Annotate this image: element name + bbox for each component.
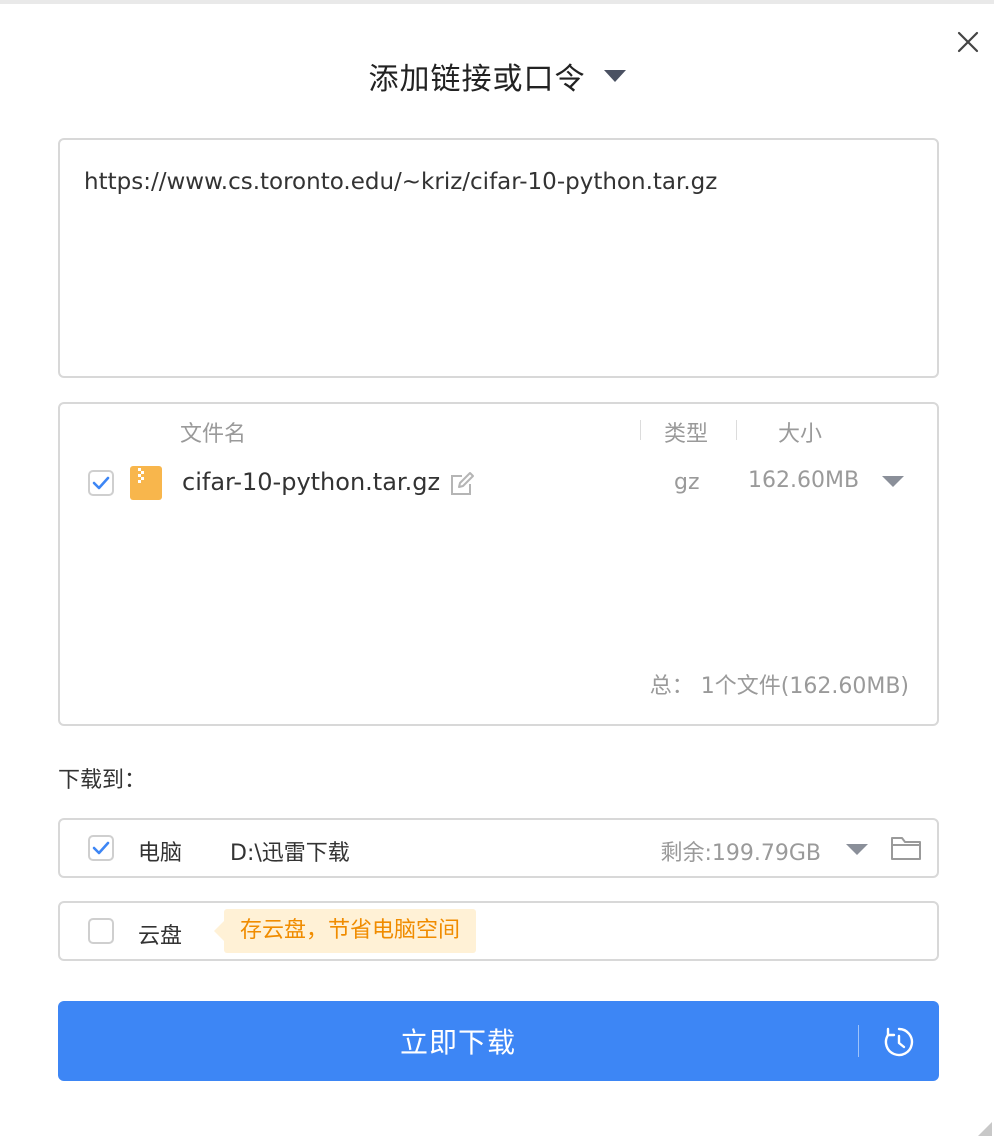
resize-grip-icon[interactable] [978,1122,992,1136]
column-separator [640,420,641,440]
check-icon [92,841,110,855]
total-label: 总： [649,674,694,699]
column-header-size: 大小 [778,422,823,447]
file-name: cifar-10-python.tar.gz [182,468,441,496]
column-header-name: 文件名 [180,422,247,447]
zip-file-icon [130,466,162,500]
button-separator [858,1025,859,1057]
total-summary: 总： 1个文件(162.60MB) [650,668,909,700]
check-icon [92,476,110,490]
file-type: gz [674,470,700,495]
column-header-type: 类型 [664,422,709,447]
local-destination-row: 电脑 D:\迅雷下载 剩余:199.79GB [58,818,939,878]
cloud-destination-row: 云盘 存云盘，节省电脑空间 [58,901,939,961]
title-dropdown-caret-icon[interactable] [603,70,626,82]
scheduled-download-clock-icon[interactable] [882,1025,916,1059]
dialog-title: 添加链接或口令 [368,62,586,97]
local-checkbox[interactable] [88,835,114,861]
download-now-button[interactable]: 立即下载 [58,1001,939,1081]
chevron-down-icon[interactable] [846,844,868,855]
download-to-label: 下载到： [58,768,147,793]
free-space: 剩余:199.79GB [660,841,821,866]
file-list: 文件名 类型 大小 cifar-10-python.tar.gz gz 162.… [58,402,939,726]
cloud-label: 云盘 [138,924,183,949]
add-link-dialog: 添加链接或口令 https://www.cs.toronto.edu/~kriz… [0,0,994,1138]
folder-icon[interactable] [890,834,922,862]
file-checkbox[interactable] [88,470,114,496]
link-input[interactable]: https://www.cs.toronto.edu/~kriz/cifar-1… [58,138,939,378]
cloud-checkbox[interactable] [88,918,114,944]
chevron-down-icon[interactable] [882,476,904,487]
download-now-label: 立即下载 [399,1026,516,1059]
column-separator [736,420,737,440]
total-value: 1个文件(162.60MB) [700,674,909,699]
dialog-header: 添加链接或口令 [0,54,994,98]
edit-icon[interactable] [448,470,476,498]
local-path[interactable]: D:\迅雷下载 [230,835,350,867]
local-label: 电脑 [138,841,183,866]
file-size: 162.60MB [748,468,860,493]
cloud-tip: 存云盘，节省电脑空间 [213,909,477,953]
